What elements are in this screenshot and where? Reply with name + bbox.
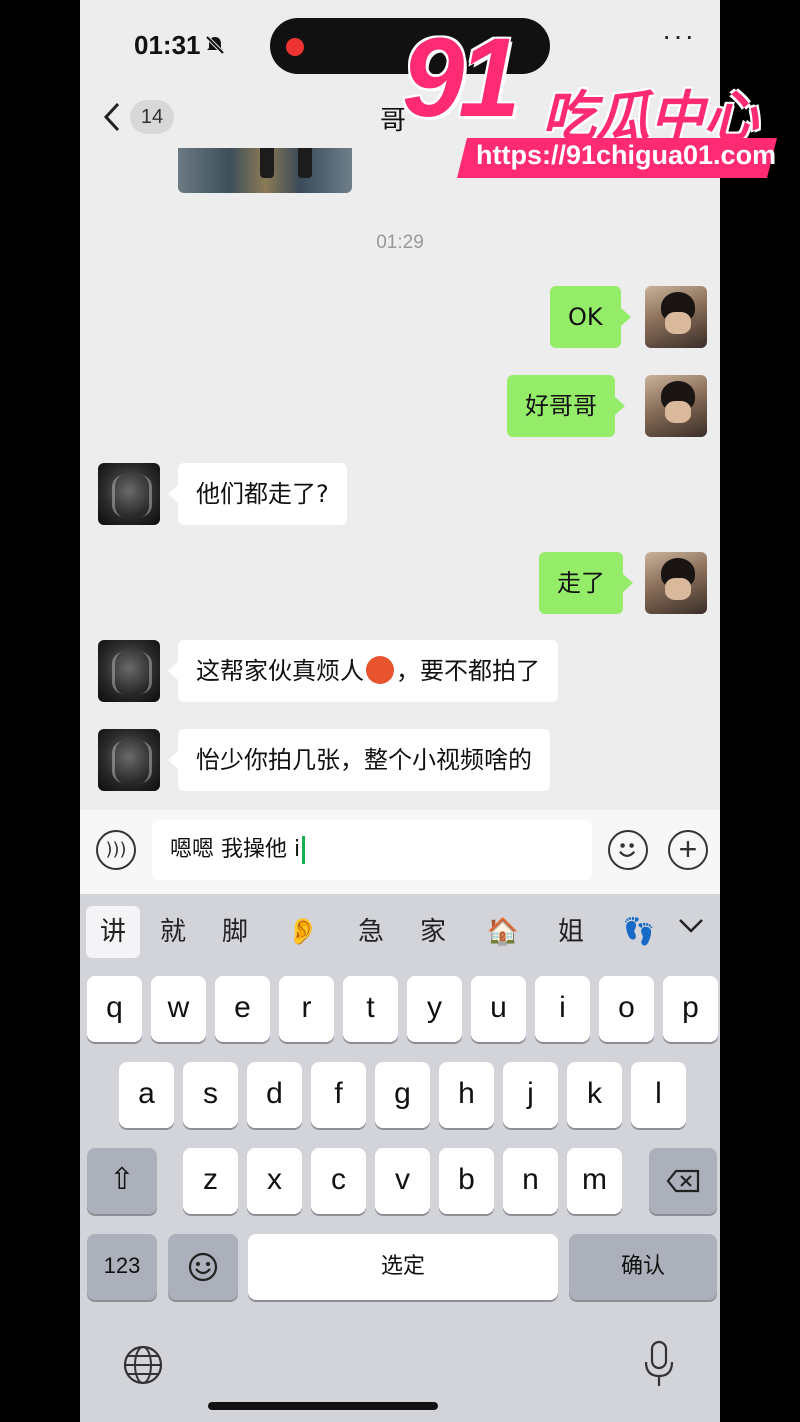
key-z[interactable]: z <box>183 1148 238 1214</box>
emoji-key[interactable] <box>168 1234 238 1300</box>
chevron-down-icon[interactable] <box>678 918 704 934</box>
voice-input-icon[interactable]: ))) <box>96 830 136 870</box>
key-y[interactable]: y <box>407 976 462 1042</box>
key-o[interactable]: o <box>599 976 654 1042</box>
message-input-bar: ))) 嗯嗯 我操他 i + <box>80 810 720 894</box>
message-timestamp: 01:29 <box>376 232 424 253</box>
key-u[interactable]: u <box>471 976 526 1042</box>
sent-message-bubble[interactable]: 走了 <box>539 552 633 614</box>
key-p[interactable]: p <box>663 976 718 1042</box>
key-b[interactable]: b <box>439 1148 494 1214</box>
my-avatar[interactable] <box>645 375 707 437</box>
plus-icon[interactable]: + <box>668 830 708 870</box>
key-e[interactable]: e <box>215 976 270 1042</box>
my-avatar[interactable] <box>645 552 707 614</box>
status-time: 01:31 <box>134 30 201 60</box>
key-q[interactable]: q <box>87 976 142 1042</box>
globe-icon[interactable] <box>122 1344 164 1386</box>
my-avatar[interactable] <box>645 286 707 348</box>
watermark-url: https://91chigua01.com <box>476 140 777 170</box>
recording-indicator-icon <box>286 38 304 56</box>
key-r[interactable]: r <box>279 976 334 1042</box>
candidate-word[interactable]: 🏠 <box>476 906 530 958</box>
key-j[interactable]: j <box>503 1062 558 1128</box>
keyboard: 讲 就 脚 👂 急 家 🏠 姐 👣 q w e r t y u i o p a … <box>80 894 720 1422</box>
more-options-icon[interactable]: ··· <box>662 20 696 52</box>
received-message-bubble[interactable]: 这帮家伙真烦人 ，要不都拍了 <box>168 640 558 702</box>
message-text: 这帮家伙真烦人 <box>196 657 364 685</box>
candidate-word[interactable]: 脚 <box>208 906 262 958</box>
candidate-word[interactable]: 姐 <box>544 906 598 958</box>
space-key[interactable]: 选定 <box>248 1234 558 1300</box>
candidate-word[interactable]: 家 <box>406 906 460 958</box>
key-n[interactable]: n <box>503 1148 558 1214</box>
key-d[interactable]: d <box>247 1062 302 1128</box>
key-t[interactable]: t <box>343 976 398 1042</box>
contact-avatar[interactable] <box>98 729 160 791</box>
emoji-face-icon <box>188 1252 218 1282</box>
key-a[interactable]: a <box>119 1062 174 1128</box>
shared-photo-thumbnail[interactable] <box>178 148 352 193</box>
backspace-icon <box>666 1169 700 1193</box>
confirm-key[interactable]: 确认 <box>569 1234 717 1300</box>
key-s[interactable]: s <box>183 1062 238 1128</box>
key-f[interactable]: f <box>311 1062 366 1128</box>
message-input-text: 嗯嗯 我操他 i <box>170 837 301 862</box>
home-indicator[interactable] <box>208 1402 438 1410</box>
key-i[interactable]: i <box>535 976 590 1042</box>
candidate-bar: 讲 就 脚 👂 急 家 🏠 姐 👣 <box>80 894 720 968</box>
received-message-bubble[interactable]: 怡少你拍几张，整个小视频啥的 <box>168 729 550 791</box>
key-h[interactable]: h <box>439 1062 494 1128</box>
angry-face-icon <box>366 656 394 684</box>
phone-screen: 01:31 ··· 14 哥 01:29 OK 好哥哥 他们都走了? 走了 这帮… <box>80 0 720 1422</box>
key-v[interactable]: v <box>375 1148 430 1214</box>
back-chevron-icon[interactable] <box>100 100 124 134</box>
candidate-word[interactable]: 急 <box>344 906 398 958</box>
unread-count-badge[interactable]: 14 <box>130 100 174 134</box>
key-g[interactable]: g <box>375 1062 430 1128</box>
message-input[interactable]: 嗯嗯 我操他 i <box>152 820 592 880</box>
contact-avatar[interactable] <box>98 640 160 702</box>
shift-key[interactable]: ⇧ <box>87 1148 157 1214</box>
microphone-icon[interactable] <box>642 1340 676 1388</box>
watermark-logo: 91 <box>402 15 521 140</box>
message-text: ，要不都拍了 <box>396 657 540 685</box>
backspace-key[interactable] <box>649 1148 717 1214</box>
candidate-word[interactable]: 👂 <box>276 906 330 958</box>
key-k[interactable]: k <box>567 1062 622 1128</box>
key-w[interactable]: w <box>151 976 206 1042</box>
contact-avatar[interactable] <box>98 463 160 525</box>
candidate-word[interactable]: 👣 <box>612 906 666 958</box>
bell-muted-icon <box>205 35 225 55</box>
key-c[interactable]: c <box>311 1148 366 1214</box>
emoji-icon[interactable] <box>608 830 648 870</box>
sent-message-bubble[interactable]: 好哥哥 <box>507 375 625 437</box>
received-message-bubble[interactable]: 他们都走了? <box>168 463 347 525</box>
key-x[interactable]: x <box>247 1148 302 1214</box>
key-m[interactable]: m <box>567 1148 622 1214</box>
key-l[interactable]: l <box>631 1062 686 1128</box>
candidate-word[interactable]: 讲 <box>86 906 140 958</box>
candidate-word[interactable]: 就 <box>146 906 200 958</box>
sent-message-bubble[interactable]: OK <box>550 286 631 348</box>
text-caret <box>302 836 306 864</box>
numbers-key[interactable]: 123 <box>87 1234 157 1300</box>
